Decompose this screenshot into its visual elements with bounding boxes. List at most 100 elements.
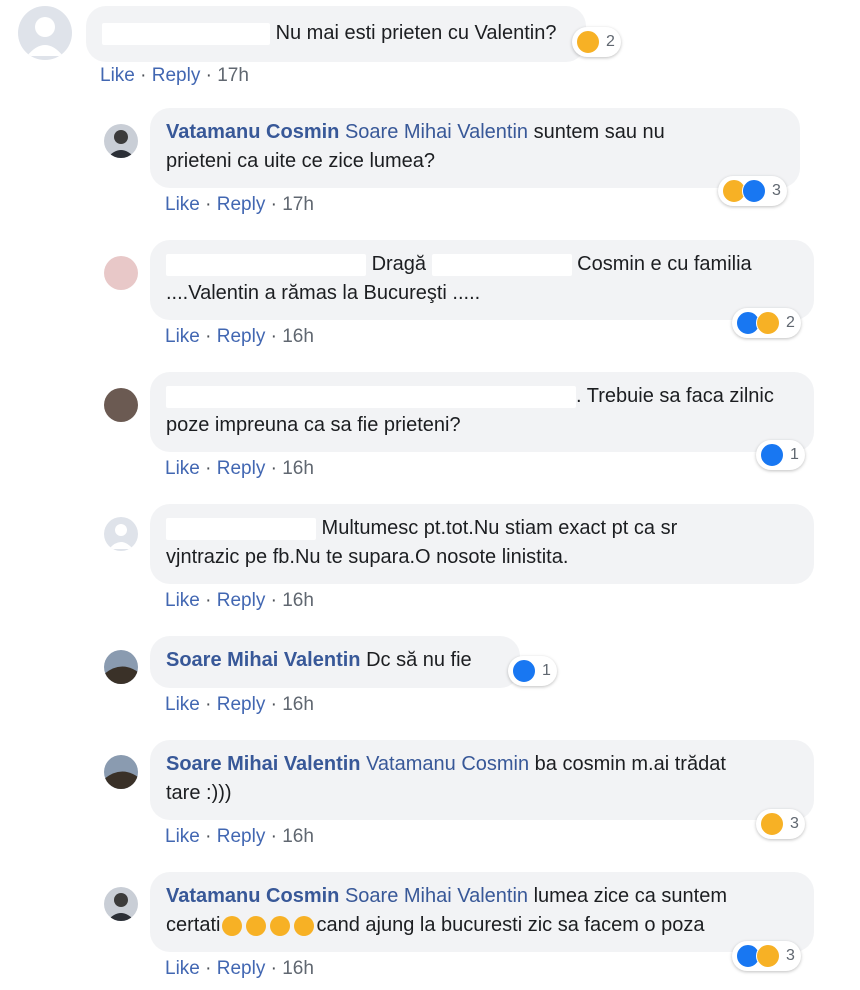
comment-text-line2: prieteni ca uite ce zice lumea? <box>166 150 436 172</box>
comment-text-b: Cosmin e cu familia <box>571 253 752 275</box>
author-name[interactable]: Vatamanu Cosmin <box>166 121 339 143</box>
comment-text-line2: ....Valentin a rămas la Bucureşti ..... <box>166 282 481 304</box>
comment-actions: Like · Reply · 16h <box>165 826 314 847</box>
comment-bubble: Soare Mihai Valentin Dc să nu fie <box>150 636 520 688</box>
reply-link[interactable]: Reply <box>217 590 266 611</box>
like-link[interactable]: Like <box>100 65 135 86</box>
like-link[interactable]: Like <box>165 694 200 715</box>
author-name[interactable]: Soare Mihai Valentin <box>166 753 361 775</box>
redacted-name <box>166 517 316 540</box>
avatar[interactable] <box>104 650 138 684</box>
reply-link[interactable]: Reply <box>217 326 266 347</box>
reaction-badge[interactable]: 3 <box>732 941 801 971</box>
avatar[interactable] <box>104 124 138 158</box>
comment-actions: Like · Reply · 16h <box>165 958 314 979</box>
reaction-count: 1 <box>542 662 551 679</box>
comment-text: Dragă <box>371 253 427 275</box>
reply-link[interactable]: Reply <box>217 694 266 715</box>
reply-link[interactable]: Reply <box>217 826 266 847</box>
timestamp[interactable]: 16h <box>282 326 314 347</box>
rofl-emoji-icon <box>270 915 291 936</box>
reaction-count: 3 <box>786 947 795 964</box>
reaction-badge[interactable]: 2 <box>572 27 621 57</box>
like-reaction-icon <box>760 443 784 467</box>
author-name[interactable]: Soare Mihai Valentin <box>166 649 361 671</box>
comment-bubble: Multumesc pt.tot.Nu stiam exact pt ca sr… <box>150 504 814 584</box>
like-link[interactable]: Like <box>165 326 200 347</box>
timestamp[interactable]: 16h <box>282 958 314 979</box>
reaction-count: 2 <box>786 314 795 331</box>
redacted-name <box>166 253 366 276</box>
avatar[interactable] <box>104 256 138 290</box>
reply-link[interactable]: Reply <box>217 958 266 979</box>
like-reaction-icon <box>512 659 536 683</box>
comment-text: Multumesc pt.tot.Nu stiam exact pt ca sr <box>316 517 678 539</box>
timestamp[interactable]: 16h <box>282 694 314 715</box>
like-link[interactable]: Like <box>165 958 200 979</box>
timestamp[interactable]: 16h <box>282 590 314 611</box>
avatar[interactable] <box>18 6 72 60</box>
avatar[interactable] <box>104 517 138 551</box>
reaction-count: 1 <box>790 446 799 463</box>
reaction-count: 3 <box>790 815 799 832</box>
comment-bubble: Soare Mihai Valentin Vatamanu Cosmin ba … <box>150 740 814 820</box>
comment-text: Dc să nu fie <box>360 649 472 671</box>
avatar[interactable] <box>104 887 138 921</box>
comment-bubble: Nu mai esti prieten cu Valentin? <box>86 6 586 62</box>
comment-text: Nu mai esti prieten cu Valentin? <box>275 22 557 44</box>
comment-text-line2: tare :))) <box>166 782 232 804</box>
comment-text-line2b: cand ajung la bucuresti zic sa facem o p… <box>316 914 705 936</box>
comment-text: . Trebuie sa faca zilnic <box>576 385 774 407</box>
reaction-badge[interactable]: 2 <box>732 308 801 338</box>
timestamp[interactable]: 17h <box>217 65 249 86</box>
reaction-count: 2 <box>606 33 615 50</box>
reply-link[interactable]: Reply <box>152 65 201 86</box>
comment-text-line2a: certati <box>166 914 221 936</box>
haha-reaction-icon <box>756 944 780 968</box>
avatar[interactable] <box>104 755 138 789</box>
comment-bubble: Vatamanu Cosmin Soare Mihai Valentin sun… <box>150 108 800 188</box>
haha-reaction-icon <box>760 812 784 836</box>
rofl-emoji-icon <box>294 915 315 936</box>
reply-link[interactable]: Reply <box>217 194 266 215</box>
comment-text-line2: vjntrazic pe fb.Nu te supara.O nosote li… <box>166 546 569 568</box>
like-link[interactable]: Like <box>165 826 200 847</box>
comment-text: lumea zice ca suntem <box>528 885 728 907</box>
author-name[interactable]: Vatamanu Cosmin <box>166 885 339 907</box>
timestamp[interactable]: 17h <box>282 194 314 215</box>
laugh-emoji-icon <box>222 915 243 936</box>
comment-actions: Like · Reply · 16h <box>165 694 314 715</box>
comment-actions: Like · Reply · 16h <box>165 590 314 611</box>
tagged-name[interactable]: Soare Mihai Valentin <box>345 885 528 907</box>
redacted-name <box>102 22 270 45</box>
timestamp[interactable]: 16h <box>282 458 314 479</box>
comment-bubble: . Trebuie sa faca zilnic poze impreuna c… <box>150 372 814 452</box>
comment-actions: Like · Reply · 17h <box>100 65 249 86</box>
haha-reaction-icon <box>756 311 780 335</box>
comment-actions: Like · Reply · 16h <box>165 326 314 347</box>
tagged-name[interactable]: Soare Mihai Valentin <box>345 121 528 143</box>
redacted-name <box>166 385 576 408</box>
like-reaction-icon <box>742 179 766 203</box>
reaction-badge[interactable]: 3 <box>756 809 805 839</box>
comment-text-line2: poze impreuna ca sa fie prieteni? <box>166 414 461 436</box>
like-link[interactable]: Like <box>165 194 200 215</box>
reaction-badge[interactable]: 1 <box>756 440 805 470</box>
like-link[interactable]: Like <box>165 458 200 479</box>
reaction-badge[interactable]: 1 <box>508 656 557 686</box>
avatar[interactable] <box>104 388 138 422</box>
tagged-name[interactable]: Vatamanu Cosmin <box>366 753 529 775</box>
comment-actions: Like · Reply · 17h <box>165 194 314 215</box>
comment-text: suntem sau nu <box>528 121 665 143</box>
reply-link[interactable]: Reply <box>217 458 266 479</box>
reaction-badge[interactable]: 3 <box>718 176 787 206</box>
rofl-emoji-icon <box>246 915 267 936</box>
redacted-name <box>431 253 572 276</box>
comment-bubble: Dragă Cosmin e cu familia ....Valentin a… <box>150 240 814 320</box>
comment-text: ba cosmin m.ai trădat <box>529 753 726 775</box>
like-link[interactable]: Like <box>165 590 200 611</box>
haha-reaction-icon <box>576 30 600 54</box>
comment-actions: Like · Reply · 16h <box>165 458 314 479</box>
comment-bubble: Vatamanu Cosmin Soare Mihai Valentin lum… <box>150 872 814 952</box>
timestamp[interactable]: 16h <box>282 826 314 847</box>
